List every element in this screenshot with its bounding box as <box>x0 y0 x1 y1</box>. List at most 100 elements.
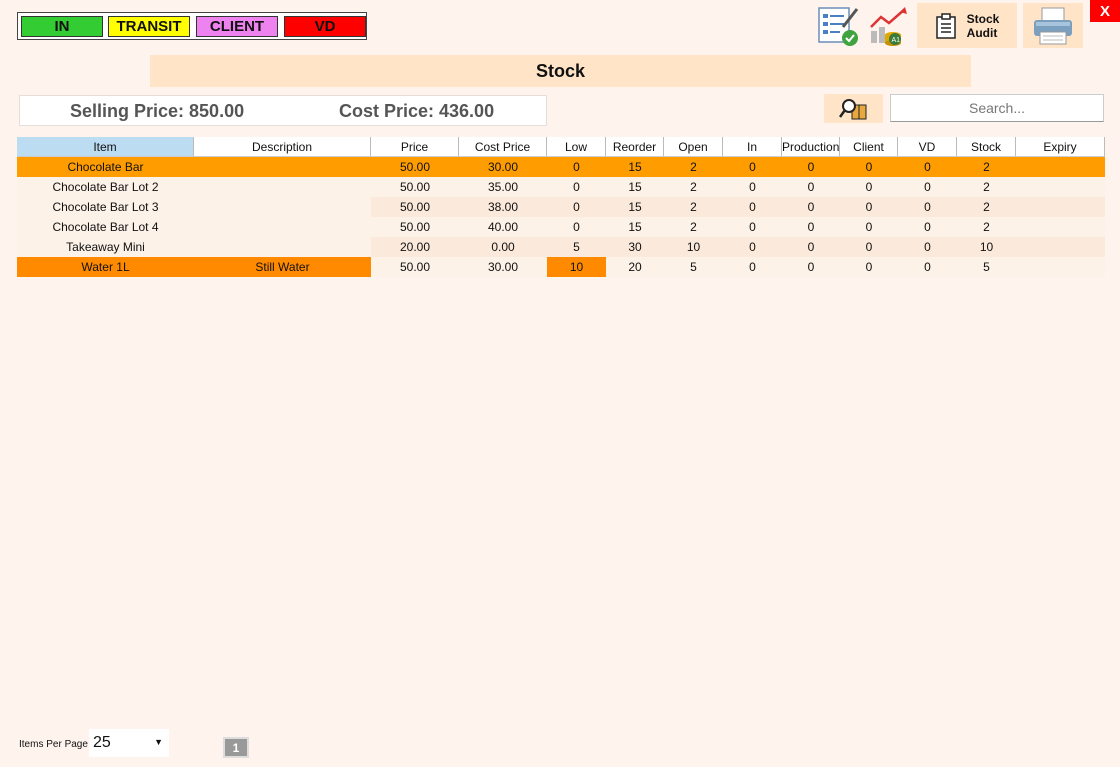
cell-client: 0 <box>840 157 898 177</box>
col-header-cost-price[interactable]: Cost Price <box>459 137 547 157</box>
cell-expiry <box>1016 257 1105 277</box>
cell-price: 50.00 <box>371 157 459 177</box>
cell-cost-price: 30.00 <box>459 257 547 277</box>
table-row[interactable]: Takeaway Mini 20.00 0.00 5 30 10 0 0 0 0… <box>17 237 1105 257</box>
cell-description <box>194 177 371 197</box>
close-button[interactable]: X <box>1090 0 1120 22</box>
page-button-current[interactable]: 1 <box>223 737 249 758</box>
cell-open: 2 <box>664 177 723 197</box>
stock-table: Item Description Price Cost Price Low Re… <box>17 137 1105 277</box>
page-title: Stock <box>150 55 971 87</box>
legend-vd: VD <box>284 16 366 37</box>
stock-audit-button[interactable]: Stock Audit <box>917 3 1017 48</box>
col-header-description[interactable]: Description <box>194 137 371 157</box>
cell-cost-price: 35.00 <box>459 177 547 197</box>
cell-open: 2 <box>664 197 723 217</box>
col-header-reorder[interactable]: Reorder <box>606 137 664 157</box>
chevron-down-icon: ▼ <box>154 737 163 747</box>
cell-stock: 2 <box>957 217 1016 237</box>
approve-stock-button[interactable] <box>815 3 860 48</box>
chart-coins-icon: A1 <box>869 6 907 46</box>
cell-reorder: 15 <box>606 197 664 217</box>
table-row[interactable]: Chocolate Bar Lot 3 50.00 38.00 0 15 2 0… <box>17 197 1105 217</box>
col-header-item[interactable]: Item <box>17 137 194 157</box>
cell-reorder: 15 <box>606 157 664 177</box>
cell-vd: 0 <box>898 257 957 277</box>
items-per-page-select[interactable]: 25 ▼ <box>89 729 169 757</box>
cell-stock: 2 <box>957 177 1016 197</box>
clipboard-icon <box>935 12 956 39</box>
cell-item: Chocolate Bar <box>17 157 194 177</box>
price-summary: Selling Price: 850.00 Cost Price: 436.00 <box>19 95 547 126</box>
cell-low: 0 <box>547 177 606 197</box>
cell-production: 0 <box>782 257 840 277</box>
cell-reorder: 15 <box>606 217 664 237</box>
cell-expiry <box>1016 197 1105 217</box>
cell-expiry <box>1016 237 1105 257</box>
col-header-in[interactable]: In <box>723 137 782 157</box>
svg-text:A1: A1 <box>891 37 900 44</box>
print-button[interactable] <box>1023 3 1083 48</box>
table-header-row: Item Description Price Cost Price Low Re… <box>17 137 1105 157</box>
cell-production: 0 <box>782 177 840 197</box>
items-per-page-value: 25 <box>93 734 111 751</box>
items-per-page-label: Items Per Page <box>19 739 88 750</box>
table-row[interactable]: Chocolate Bar Lot 4 50.00 40.00 0 15 2 0… <box>17 217 1105 237</box>
cell-description: Still Water <box>194 257 371 277</box>
cell-open: 10 <box>664 237 723 257</box>
cell-description <box>194 157 371 177</box>
cell-vd: 0 <box>898 157 957 177</box>
cell-stock: 5 <box>957 257 1016 277</box>
cell-stock: 2 <box>957 197 1016 217</box>
col-header-expiry[interactable]: Expiry <box>1016 137 1105 157</box>
cell-production: 0 <box>782 157 840 177</box>
cell-open: 5 <box>664 257 723 277</box>
col-header-price[interactable]: Price <box>371 137 459 157</box>
cell-price: 50.00 <box>371 177 459 197</box>
cell-client: 0 <box>840 217 898 237</box>
cell-description <box>194 237 371 257</box>
cell-price: 20.00 <box>371 237 459 257</box>
legend-transit: TRANSIT <box>108 16 190 37</box>
cell-vd: 0 <box>898 237 957 257</box>
cell-vd: 0 <box>898 177 957 197</box>
col-header-stock[interactable]: Stock <box>957 137 1016 157</box>
cell-open: 2 <box>664 157 723 177</box>
cell-in: 0 <box>723 257 782 277</box>
item-lookup-button[interactable] <box>824 94 883 123</box>
stock-report-button[interactable]: A1 <box>866 3 911 48</box>
cell-low: 0 <box>547 197 606 217</box>
col-header-production[interactable]: Production <box>782 137 840 157</box>
cell-expiry <box>1016 157 1105 177</box>
cell-expiry <box>1016 177 1105 197</box>
checklist-approve-icon <box>817 6 858 46</box>
cell-in: 0 <box>723 237 782 257</box>
cell-in: 0 <box>723 197 782 217</box>
table-row[interactable]: Chocolate Bar Lot 2 50.00 35.00 0 15 2 0… <box>17 177 1105 197</box>
cell-item: Chocolate Bar Lot 2 <box>17 177 194 197</box>
cell-low: 5 <box>547 237 606 257</box>
col-header-vd[interactable]: VD <box>898 137 957 157</box>
cost-price-total: Cost Price: 436.00 <box>339 101 495 121</box>
cell-stock: 2 <box>957 157 1016 177</box>
cell-vd: 0 <box>898 197 957 217</box>
cell-cost-price: 40.00 <box>459 217 547 237</box>
table-row[interactable]: Chocolate Bar 50.00 30.00 0 15 2 0 0 0 0… <box>17 157 1105 177</box>
printer-icon <box>1034 7 1072 44</box>
cell-cost-price: 38.00 <box>459 197 547 217</box>
cell-description <box>194 197 371 217</box>
search-input[interactable] <box>890 94 1104 122</box>
cell-price: 50.00 <box>371 257 459 277</box>
cell-in: 0 <box>723 217 782 237</box>
legend-in: IN <box>21 16 103 37</box>
cell-item: Water 1L <box>17 257 194 277</box>
cell-production: 0 <box>782 197 840 217</box>
cell-in: 0 <box>723 157 782 177</box>
cell-item: Chocolate Bar Lot 3 <box>17 197 194 217</box>
cell-cost-price: 30.00 <box>459 157 547 177</box>
col-header-low[interactable]: Low <box>547 137 606 157</box>
col-header-open[interactable]: Open <box>664 137 723 157</box>
table-row[interactable]: Water 1L Still Water 50.00 30.00 10 20 5… <box>17 257 1105 277</box>
cell-item: Chocolate Bar Lot 4 <box>17 217 194 237</box>
col-header-client[interactable]: Client <box>840 137 898 157</box>
